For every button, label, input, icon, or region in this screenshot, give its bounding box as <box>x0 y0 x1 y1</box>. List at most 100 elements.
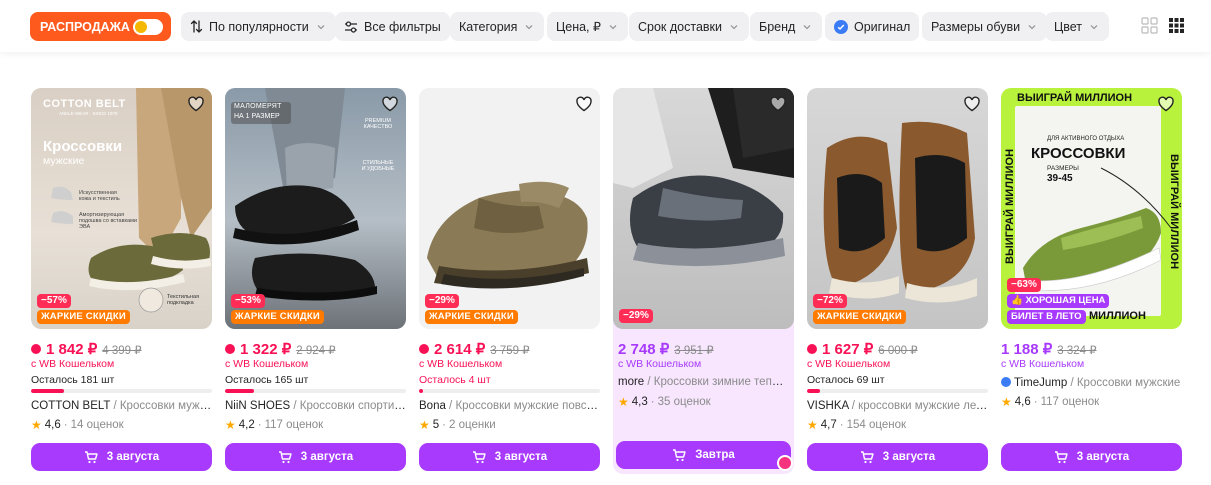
product-title[interactable]: NiiN SHOES / Кроссовки спортивные <box>225 400 406 412</box>
product-image[interactable]: −29% <box>613 88 794 329</box>
product-name: Кроссовки спортивные <box>299 400 406 412</box>
cart-icon <box>278 450 292 463</box>
product-image[interactable]: ВЫИГРАЙ МИЛЛИОН ВЫИГРАЙ МИЛЛИОН ВЫИГРАЙ … <box>1001 88 1182 329</box>
product-image[interactable]: −29% ЖАРКИЕ СКИДКИ <box>419 88 600 329</box>
category-label: Категория <box>459 19 518 34</box>
stock-bar-fill <box>419 389 423 393</box>
chevron-down-icon <box>609 24 617 29</box>
verified-icon <box>834 19 848 34</box>
sale-toggle[interactable]: РАСПРОДАЖА <box>30 12 171 41</box>
product-card[interactable]: ВЫИГРАЙ МИЛЛИОН ВЫИГРАЙ МИЛЛИОН ВЫИГРАЙ … <box>1001 88 1182 474</box>
rating-value: 4,6 <box>1014 396 1031 408</box>
logo-subtitle: ANKLE WEAR · SINCE 1978 <box>59 111 118 116</box>
current-price: 2 748 ₽ <box>618 341 670 358</box>
heart-icon[interactable] <box>963 95 981 113</box>
delivery-label: Срок доставки <box>638 19 722 34</box>
wallet-icon <box>225 344 235 354</box>
feature-text: Текстильная подкладка <box>167 294 200 306</box>
cart-icon <box>472 450 486 463</box>
chevron-down-icon <box>730 24 738 29</box>
product-card-promoted[interactable]: −29% 2 748 ₽ 3 951 ₽ с WB Кошельком more… <box>613 88 794 474</box>
product-title[interactable]: TimeJump / Кроссовки мужские <box>1001 376 1182 389</box>
product-card[interactable]: COTTON BELT ANKLE WEAR · SINCE 1978 Крос… <box>31 88 212 474</box>
product-card[interactable]: −72% ЖАРКИЕ СКИДКИ 1 627 ₽ 6 000 ₽ с WB … <box>807 88 988 474</box>
old-price: 4 399 ₽ <box>102 345 142 357</box>
heart-icon[interactable] <box>187 95 205 113</box>
rating-value: 4,6 <box>44 419 61 431</box>
shoe-photo-image <box>823 121 977 303</box>
review-count: 154 оценок <box>846 419 907 431</box>
chevron-down-icon <box>525 24 533 29</box>
add-to-cart-button[interactable]: 3 августа <box>31 443 212 471</box>
star-icon: ★ <box>419 418 430 432</box>
wallet-icon <box>807 344 817 354</box>
promo-line: 39-45 <box>1047 173 1073 184</box>
old-price: 3 759 ₽ <box>490 345 530 357</box>
color-dropdown[interactable]: Цвет <box>1045 12 1110 41</box>
product-image[interactable]: −72% ЖАРКИЕ СКИДКИ <box>807 88 988 329</box>
delivery-dropdown[interactable]: Срок доставки <box>629 12 749 41</box>
add-to-cart-button[interactable]: 3 августа <box>419 443 600 471</box>
heart-icon[interactable] <box>1157 95 1175 113</box>
product-brand: Bona <box>419 400 446 412</box>
original-filter[interactable]: Оригинал <box>825 12 920 41</box>
category-dropdown[interactable]: Категория <box>450 12 545 41</box>
promo-line: РАЗМЕРЫ <box>1047 165 1079 172</box>
hot-sale-badge: ЖАРКИЕ СКИДКИ <box>813 310 906 324</box>
toggle-switch-icon <box>133 18 163 35</box>
heart-icon[interactable] <box>575 95 593 113</box>
shoe-size-dropdown[interactable]: Размеры обуви <box>922 12 1048 41</box>
rating-row: ★ 4,7 · 154 оценок <box>807 418 907 432</box>
old-price: 3 951 ₽ <box>674 345 714 357</box>
all-filters-button[interactable]: Все фильтры <box>335 12 450 41</box>
product-image[interactable]: COTTON BELT ANKLE WEAR · SINCE 1978 Крос… <box>31 88 212 329</box>
product-image[interactable]: МАЛОМЕРЯТ НА 1 РАЗМЕР PREMIUM КАЧЕСТВО С… <box>225 88 406 329</box>
delivery-date: 3 августа <box>1076 451 1130 463</box>
sort-dropdown[interactable]: По популярности <box>181 12 336 41</box>
grid-small-icon[interactable] <box>1168 17 1185 34</box>
review-count: 117 оценок <box>264 419 324 431</box>
promo-title: КРОССОВКИ <box>1031 145 1126 162</box>
all-filters-label: Все фильтры <box>364 19 441 34</box>
add-to-cart-button[interactable]: 3 августа <box>225 443 406 471</box>
rating-value: 4,7 <box>820 419 837 431</box>
price-row: 1 842 ₽ 4 399 ₽ <box>31 340 142 358</box>
add-to-cart-button[interactable]: Завтра <box>616 441 791 469</box>
product-card[interactable]: −29% ЖАРКИЕ СКИДКИ 2 614 ₽ 3 759 ₽ с WB … <box>419 88 600 474</box>
product-brand: NiiN SHOES <box>225 400 291 412</box>
review-count: 14 оценок <box>70 419 124 431</box>
current-price: 1 842 ₽ <box>46 341 98 358</box>
brand-dropdown[interactable]: Бренд <box>750 12 823 41</box>
price-row: 1 322 ₽ 2 924 ₽ <box>225 340 336 358</box>
product-title[interactable]: COTTON BELT / Кроссовки мужские <box>31 400 212 412</box>
product-title[interactable]: Bona / Кроссовки мужские повседневные <box>419 400 600 412</box>
cart-icon <box>860 450 874 463</box>
product-title[interactable]: more / Кроссовки зимние теплые <box>618 376 790 388</box>
grid-large-icon[interactable] <box>1141 17 1158 34</box>
wallet-note: с WB Кошельком <box>31 358 115 370</box>
add-to-cart-button[interactable]: 3 августа <box>1001 443 1182 471</box>
promo-banner-side: ВЫИГРАЙ МИЛЛИОН <box>1004 148 1016 264</box>
star-icon: ★ <box>31 418 42 432</box>
chevron-down-icon <box>1090 24 1098 29</box>
view-switcher <box>1141 17 1185 34</box>
stock-left: Осталось 69 шт <box>807 374 885 386</box>
heart-icon[interactable] <box>381 95 399 113</box>
product-title[interactable]: VISHKA / кроссовки мужские летние <box>807 400 988 412</box>
rating-value: 5 <box>432 419 440 431</box>
price-row: 1 627 ₽ 6 000 ₽ <box>807 340 918 358</box>
stock-left: Осталось 165 шт <box>225 374 309 386</box>
verified-seller-icon <box>1001 377 1011 387</box>
product-card[interactable]: МАЛОМЕРЯТ НА 1 РАЗМЕР PREMIUM КАЧЕСТВО С… <box>225 88 406 474</box>
brand-logo-text: COTTON BELT <box>43 98 126 110</box>
cart-icon <box>1054 450 1068 463</box>
price-label: Цена, ₽ <box>556 20 601 34</box>
hot-sale-badge: ЖАРКИЕ СКИДКИ <box>231 310 324 324</box>
heart-icon[interactable] <box>769 95 787 113</box>
current-price: 1 322 ₽ <box>240 341 292 358</box>
price-dropdown[interactable]: Цена, ₽ <box>547 12 628 41</box>
add-to-cart-button[interactable]: 3 августа <box>807 443 988 471</box>
product-brand: VISHKA <box>807 400 849 412</box>
shoe-photo-image <box>51 88 212 313</box>
promo-title: Кроссовки <box>43 138 123 155</box>
